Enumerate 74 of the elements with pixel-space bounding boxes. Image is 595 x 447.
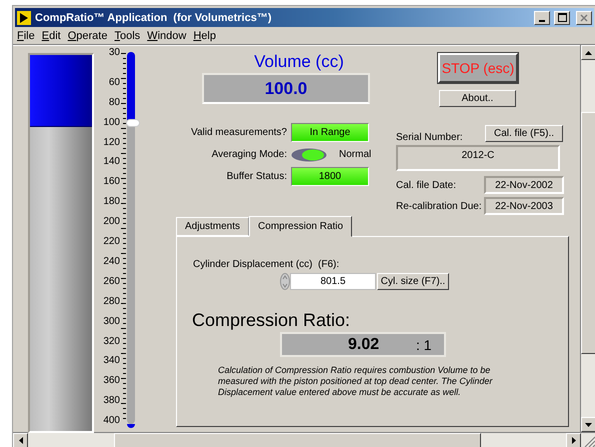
ratio-suffix: : 1 (416, 336, 432, 352)
scroll-right-button[interactable] (566, 433, 581, 447)
scale-label: 240 (102, 256, 120, 267)
scale-label: 340 (102, 356, 120, 366)
menu-item[interactable]: Help (193, 30, 216, 42)
menu-item[interactable]: Operate (68, 30, 108, 42)
volume-slider[interactable] (126, 52, 142, 428)
date-display: 22-Nov-2002 (484, 176, 564, 194)
cyl-size-button[interactable]: Cyl. size (F7).. (377, 273, 449, 290)
maximize-button[interactable] (554, 10, 570, 24)
scale-label: 120 (102, 138, 120, 148)
close-icon (580, 14, 588, 22)
scale-label: 200 (102, 217, 120, 228)
volume-label: Volume (cc) (253, 52, 345, 72)
scale-label: 220 (102, 237, 120, 248)
app-icon (17, 10, 31, 24)
status-indicator: In Range (291, 123, 369, 142)
scale-label: 400 (102, 416, 120, 426)
vertical-scrollbar[interactable] (580, 45, 595, 432)
minimize-button[interactable] (534, 10, 550, 24)
menu-item[interactable]: Window (147, 30, 186, 42)
serial-label: Serial Number: (396, 132, 463, 143)
menu-item[interactable]: Tools (114, 30, 140, 42)
note-text: Calculation of Compression Ratio requires combustion Volume to be measured with the piston positioned at top dead center. The Cylinder Displacement value entered above must be accurate as well. (218, 365, 494, 398)
scroll-down-button[interactable] (581, 417, 595, 432)
status-indicator: 1800 (291, 167, 369, 186)
minimize-icon (539, 20, 545, 22)
scale-label: 160 (102, 177, 120, 188)
serial-display: 2012-C (396, 145, 560, 171)
scale-label: 60 (108, 78, 120, 88)
scale-label: 320 (102, 336, 120, 347)
volume-display: 100.0 (202, 73, 370, 104)
displacement-label: Cylinder Displacement (cc) (F6): (193, 259, 340, 270)
scale-label: 260 (102, 276, 120, 287)
down-arrow-icon (585, 422, 592, 426)
scale-label: 380 (102, 396, 120, 406)
horizontal-scrollbar[interactable] (13, 432, 595, 447)
scroll-thumb[interactable] (581, 112, 595, 354)
scale-label: 300 (102, 316, 120, 327)
slider-end-icon (127, 424, 135, 428)
date-label: Cal. file Date: (396, 180, 458, 190)
scroll-up-button[interactable] (581, 45, 595, 60)
ratio-label: Compression Ratio: (192, 310, 350, 331)
menu-item[interactable]: File (17, 30, 35, 42)
toggle-switch[interactable] (291, 148, 327, 162)
up-arrow-icon (585, 50, 592, 54)
slider-thumb[interactable] (126, 119, 140, 128)
toggle-label: Normal (339, 149, 372, 160)
scroll-thumb[interactable] (114, 433, 481, 447)
menu-item[interactable]: Edit (42, 30, 61, 42)
maximize-icon (558, 13, 566, 22)
scale-label: 360 (102, 376, 120, 386)
left-arrow-icon (18, 437, 22, 444)
status-label: Buffer Status: (226, 171, 287, 182)
tab[interactable]: Compression Ratio (249, 216, 352, 237)
scroll-left-button[interactable] (13, 433, 28, 447)
status-label: Averaging Mode: (210, 149, 287, 160)
date-label: Re-calibration Due: (396, 200, 483, 212)
scale-label: 100 (102, 118, 120, 128)
window-title: CompRatio™ Application (for Volumetrics™) (35, 12, 273, 24)
scale-label: 280 (102, 296, 120, 307)
tab[interactable]: Adjustments (176, 217, 250, 236)
displacement-field[interactable]: 801.5 (290, 273, 376, 290)
scale-label: 80 (108, 98, 120, 108)
cal-file-button[interactable]: Cal. file (F5).. (485, 125, 563, 142)
close-button[interactable] (576, 10, 592, 24)
right-arrow-icon (572, 437, 576, 444)
status-label: Valid measurements? (190, 127, 287, 138)
scale-label: 180 (102, 197, 120, 208)
scale-label: 30 (108, 48, 120, 58)
about-button[interactable]: About.. (439, 90, 516, 107)
scale-label: 140 (102, 157, 120, 168)
ratio-value: 9.02 (348, 336, 380, 354)
date-display: 22-Nov-2003 (484, 197, 564, 215)
